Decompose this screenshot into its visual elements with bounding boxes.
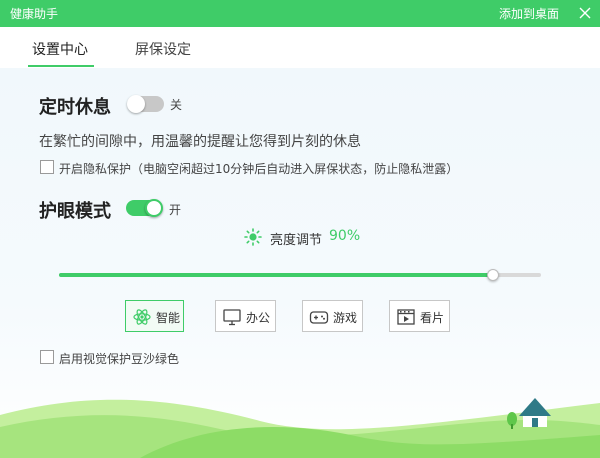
eye-care-state: 开 [169,203,182,217]
brightness-label: 亮度调节 [270,233,323,248]
tab-screensaver-settings[interactable]: 屏保设定 [135,39,191,59]
close-icon[interactable] [575,3,595,23]
privacy-checkbox-label: 开启隐私保护（电脑空闲超过10分钟后自动进入屏保状态，防止隐私泄露） [59,162,459,176]
tab-settings-center[interactable]: 设置中心 [32,39,88,59]
film-icon [396,307,416,327]
tab-bar: 设置中心 屏保设定 [0,27,600,68]
monitor-icon [222,307,242,327]
eye-care-title: 护眼模式 [39,201,111,222]
mode-office-button[interactable]: 办公 [215,300,276,332]
toggle-knob [127,95,145,113]
green-background-checkbox[interactable] [40,350,54,364]
eye-care-toggle[interactable] [126,199,163,217]
sun-icon [244,228,262,246]
brightness-value: 90% [329,228,361,244]
mode-game-button[interactable]: 游戏 [302,300,363,332]
mode-movie-button[interactable]: 看片 [389,300,450,332]
green-background-checkbox-label: 启用视觉保护豆沙绿色 [59,352,180,366]
mode-office-label: 办公 [246,311,271,325]
gamepad-icon [309,307,329,327]
toggle-knob [145,199,163,217]
mode-smart-label: 智能 [156,311,181,325]
decorative-hills [0,395,600,458]
mode-smart-button[interactable]: 智能 [125,300,184,332]
brightness-slider-fill [59,273,493,277]
brightness-slider[interactable] [59,269,541,281]
smart-atom-icon [132,307,152,327]
title-bar: 健康助手 添加到桌面 [0,0,600,27]
house-icon [519,398,551,427]
privacy-checkbox[interactable] [40,160,54,174]
window-title: 健康助手 [10,7,59,21]
rest-timer-state: 关 [170,98,183,112]
rest-timer-description: 在繁忙的间隙中，用温馨的提醒让您得到片刻的休息 [39,134,361,150]
brightness-slider-handle[interactable] [486,269,499,281]
mode-movie-label: 看片 [420,311,445,325]
add-to-desktop-link[interactable]: 添加到桌面 [499,5,559,22]
mode-game-label: 游戏 [333,311,358,325]
rest-timer-toggle[interactable] [127,95,164,113]
rest-timer-title: 定时休息 [39,97,111,118]
active-tab-indicator [28,65,94,67]
